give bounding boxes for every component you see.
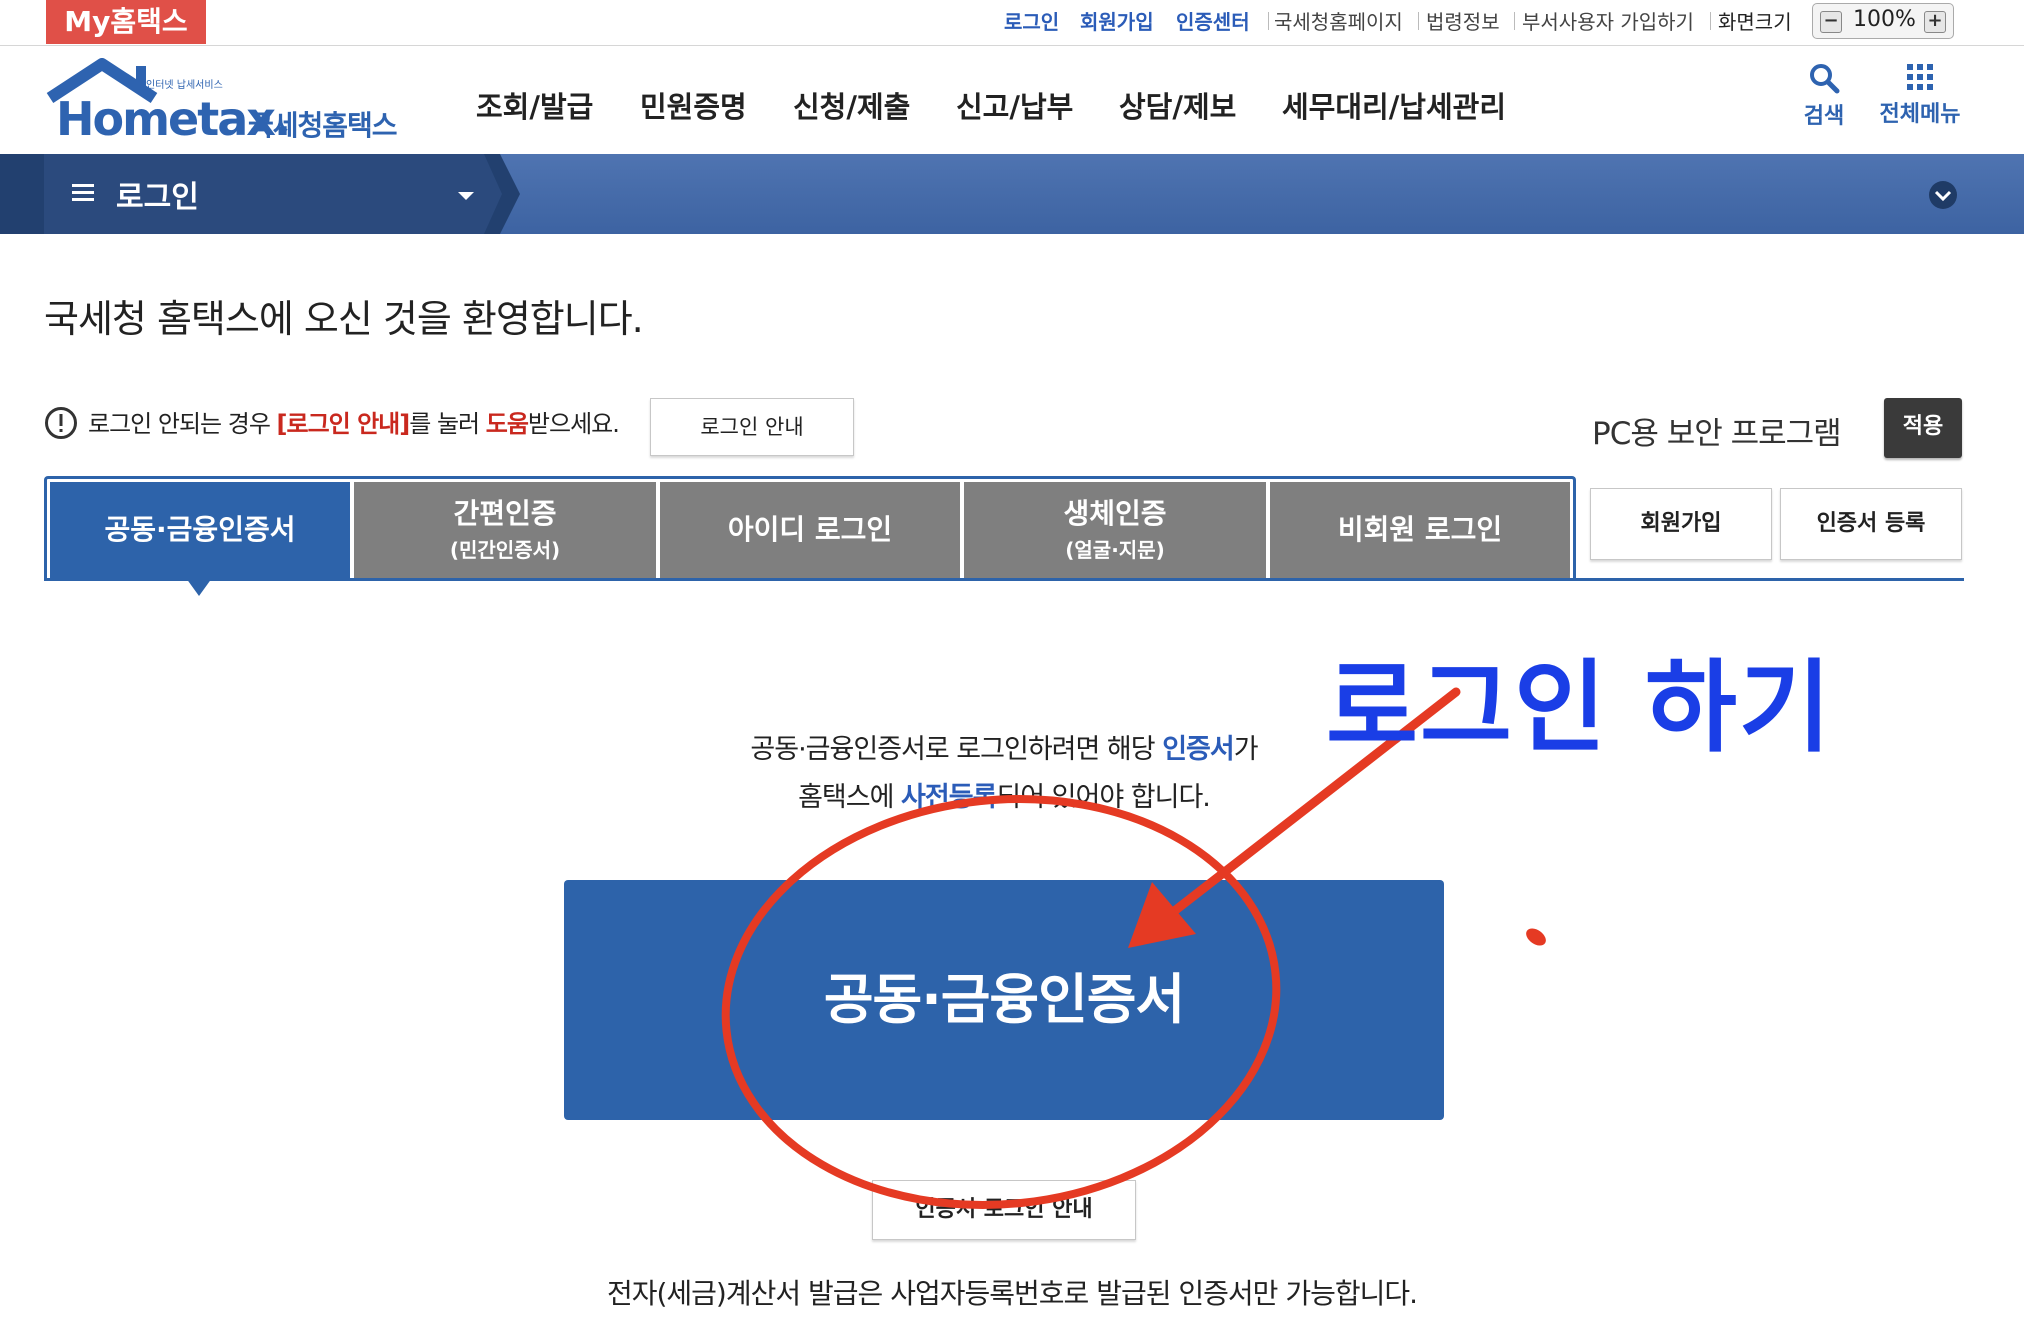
stray-marker-dot [1526, 928, 1546, 946]
annotation-login-text: 로그인 하기 [1326, 649, 1833, 766]
highlight-circle-annotation [721, 795, 1281, 1209]
arrow-head-icon [1128, 882, 1196, 948]
